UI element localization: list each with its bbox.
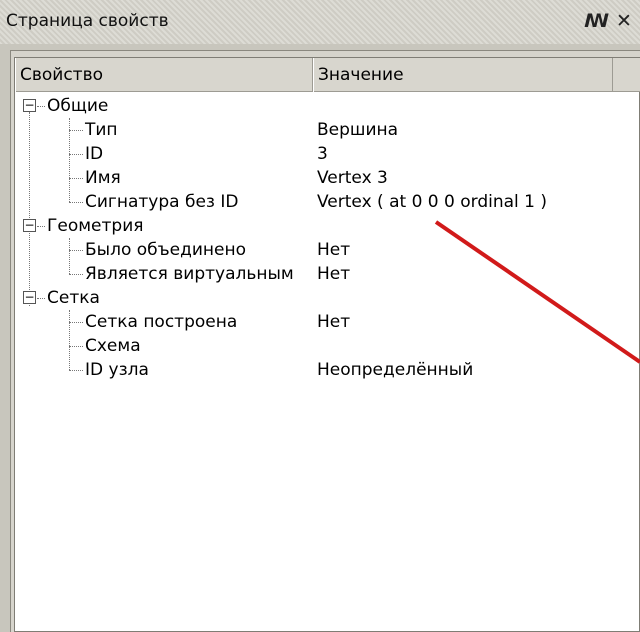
property-row[interactable]: Является виртуальным Нет [15, 262, 640, 286]
collapse-toggle-icon[interactable]: − [23, 291, 36, 304]
group-label: Геометрия [47, 216, 144, 236]
property-label: Сетка построена [85, 312, 238, 332]
property-label: Сигнатура без ID [85, 192, 239, 212]
property-label: Тип [85, 120, 118, 140]
property-label: ID [85, 144, 104, 164]
group-row-mesh[interactable]: − Сетка [15, 286, 640, 310]
close-icon[interactable]: ✕ [612, 8, 636, 34]
property-label: Имя [85, 168, 121, 188]
property-row[interactable]: Сигнатура без ID Vertex ( at 0 0 0 ordin… [15, 190, 640, 214]
window-title: Страница свойств [6, 11, 169, 31]
property-row[interactable]: Сетка построена Нет [15, 310, 640, 334]
title-bar: Страница свойств ꟿ ✕ [0, 0, 640, 44]
property-value: Нет [317, 264, 351, 284]
group-label: Сетка [47, 288, 100, 308]
property-row[interactable]: Схема [15, 334, 640, 358]
property-value: Vertex ( at 0 0 0 ordinal 1 ) [317, 192, 548, 212]
collapse-toggle-icon[interactable]: − [23, 99, 36, 112]
property-value: Вершина [317, 120, 399, 140]
column-header-property[interactable]: Свойство [15, 58, 313, 92]
property-row[interactable]: Было объединено Нет [15, 238, 640, 262]
property-value: Нет [317, 240, 351, 260]
property-value: Неопределённый [317, 360, 474, 380]
float-window-icon[interactable]: ꟿ [584, 8, 609, 34]
property-label: Является виртуальным [85, 264, 294, 284]
group-row-geometry[interactable]: − Геометрия [15, 214, 640, 238]
property-row[interactable]: Тип Вершина [15, 118, 640, 142]
property-row[interactable]: Имя Vertex 3 [15, 166, 640, 190]
property-row[interactable]: ID узла Неопределённый [15, 358, 640, 382]
property-value: Нет [317, 312, 351, 332]
property-row[interactable]: ID 3 [15, 142, 640, 166]
property-label: ID узла [85, 360, 149, 380]
property-label: Было объединено [85, 240, 247, 260]
collapse-toggle-icon[interactable]: − [23, 219, 36, 232]
group-label: Общие [47, 96, 109, 116]
property-value: Vertex 3 [317, 168, 388, 188]
property-label: Схема [85, 336, 141, 356]
property-grid: Свойство Значение − Общие Тип Вершина ID… [14, 57, 640, 632]
column-header: Свойство Значение [15, 58, 640, 92]
column-header-value[interactable]: Значение [313, 58, 613, 92]
group-row-general[interactable]: − Общие [15, 94, 640, 118]
property-value: 3 [317, 144, 328, 164]
